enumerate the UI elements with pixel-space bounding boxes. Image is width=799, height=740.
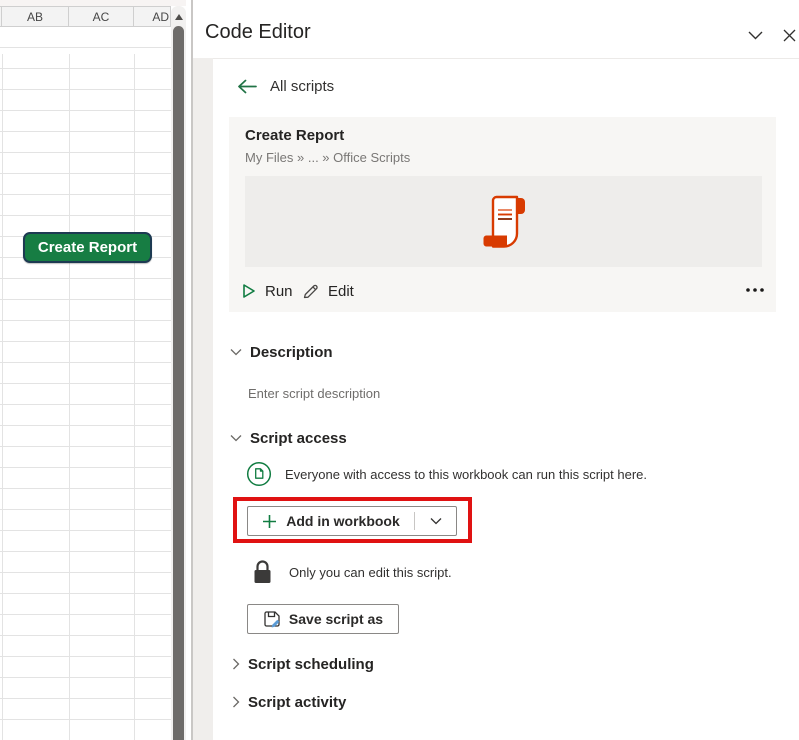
share-status-row: Everyone with access to this workbook ca… [246,461,647,487]
script-scheduling-section-header[interactable]: Script scheduling [232,654,374,674]
play-icon [243,284,255,298]
shared-script-icon [246,461,272,487]
chevron-down-icon [430,518,441,525]
script-activity-section-header[interactable]: Script activity [232,692,346,712]
description-section-header[interactable]: Description [230,342,333,362]
column-header-ac[interactable]: AC [69,7,134,26]
chevron-down-icon [230,349,242,356]
save-script-as-label: Save script as [288,611,384,627]
chevron-right-icon [233,696,240,708]
lock-icon [254,560,271,583]
run-label: Run [265,282,293,300]
gridline [2,54,3,740]
title-divider [213,58,799,59]
more-icon [746,288,764,292]
add-in-workbook-primary[interactable]: Add in workbook [248,507,414,535]
script-scheduling-label: Script scheduling [248,655,374,673]
description-label: Description [250,343,333,361]
script-access-label: Script access [250,429,347,447]
column-header-ad[interactable]: AD [134,7,171,26]
close-icon [783,29,795,41]
breadcrumb: My Files » ... » Office Scripts [245,150,411,165]
save-edit-icon [264,611,280,628]
save-script-as-button[interactable]: Save script as [247,604,399,634]
back-arrow-icon [238,79,257,93]
edit-permission-text: Only you can edit this script. [289,565,452,580]
gridline [134,54,135,740]
add-in-workbook-button[interactable]: Add in workbook [247,506,457,536]
office-scripts-scroll-icon [483,195,525,248]
more-options-button[interactable] [741,281,769,299]
excel-window: AB AC AD Create Report Code Editor All s… [0,0,799,740]
edit-permission-row: Only you can edit this script. [252,559,452,586]
back-label: All scripts [270,77,335,95]
add-in-workbook-dropdown[interactable] [415,507,456,535]
gridline [69,54,70,740]
sheet-vertical-scrollbar[interactable] [171,6,186,740]
share-status-text: Everyone with access to this workbook ca… [285,466,647,482]
script-activity-label: Script activity [248,693,347,711]
scroll-up-icon[interactable] [174,14,183,20]
sheet-grid[interactable] [0,27,171,740]
pane-scroll-gutter [193,58,213,740]
chevron-down-icon [230,435,242,442]
close-panel-button[interactable] [778,24,799,46]
script-preview [245,176,762,267]
script-access-section-header[interactable]: Script access [230,428,347,448]
add-in-workbook-label: Add in workbook [286,513,400,529]
description-input[interactable]: Enter script description [248,386,380,401]
sheet-create-report-button[interactable]: Create Report [23,232,152,263]
edit-button[interactable]: Edit [302,279,354,303]
collapse-panel-button[interactable] [744,24,766,46]
pencil-icon [303,284,318,298]
plus-icon [263,514,277,528]
edit-label: Edit [328,282,354,300]
panel-title: Code Editor [205,21,311,43]
column-header-ab[interactable]: AB [2,7,69,26]
chevron-down-icon [748,31,762,39]
run-button[interactable]: Run [242,279,293,303]
scrollbar-thumb[interactable] [173,26,184,740]
back-to-all-scripts-button[interactable]: All scripts [237,74,334,98]
chevron-right-icon [233,658,240,670]
column-header-row: AB AC AD [0,6,171,27]
script-name: Create Report [245,127,345,144]
